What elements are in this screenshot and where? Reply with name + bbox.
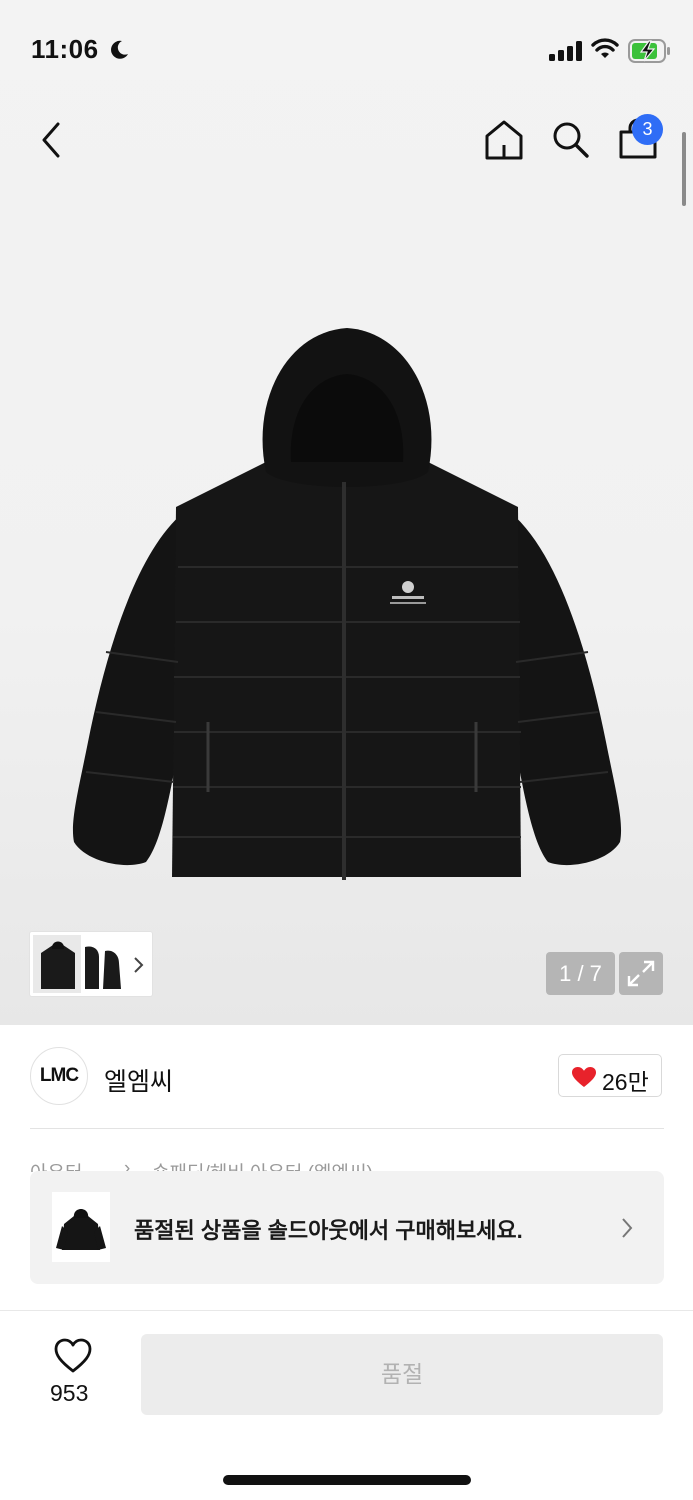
product-main-image bbox=[72, 328, 622, 880]
brand-like-button[interactable]: 26만 bbox=[558, 1054, 662, 1097]
thumbnail-strip[interactable] bbox=[30, 932, 152, 996]
wifi-icon bbox=[591, 38, 619, 58]
image-counter: 1 / 7 bbox=[546, 952, 615, 995]
brand-name[interactable]: 엘엠씨 bbox=[104, 1062, 173, 1098]
status-time: 11:06 bbox=[31, 34, 99, 64]
chevron-right-icon bbox=[134, 957, 144, 973]
breadcrumb: 아우터 › 숏패딩/헤비 아우터 (엘엠씨) bbox=[30, 1158, 664, 1172]
banner-thumbnail bbox=[52, 1192, 110, 1262]
heart-outline-icon[interactable] bbox=[53, 1338, 93, 1374]
wish-count: 953 bbox=[50, 1380, 89, 1406]
bottom-bar-divider bbox=[0, 1310, 693, 1311]
brand-logo[interactable]: LMC bbox=[30, 1047, 88, 1105]
battery-charging-icon bbox=[628, 39, 670, 63]
scrollbar[interactable] bbox=[682, 132, 686, 206]
home-indicator[interactable] bbox=[223, 1475, 471, 1485]
product-image-area[interactable]: 11:06 3 1 / 7 bbox=[0, 0, 693, 1025]
soldout-banner-message: 품절된 상품을 솔드아웃에서 구매해보세요. bbox=[134, 1218, 523, 1243]
search-icon[interactable] bbox=[551, 120, 591, 160]
back-arrow-icon[interactable] bbox=[38, 120, 64, 160]
moon-icon bbox=[111, 40, 128, 59]
thumbnail-images bbox=[33, 935, 121, 993]
heart-filled-icon bbox=[572, 1067, 596, 1087]
expand-icon bbox=[627, 960, 655, 987]
chevron-right-icon bbox=[622, 1218, 633, 1238]
brand-like-count: 26만 bbox=[602, 1069, 649, 1095]
breadcrumb-separator: › bbox=[124, 1158, 131, 1172]
soldout-button[interactable]: 품절 bbox=[141, 1334, 663, 1415]
expand-button[interactable] bbox=[619, 952, 663, 995]
divider bbox=[30, 1128, 664, 1129]
cart-count-badge[interactable]: 3 bbox=[632, 114, 663, 145]
home-icon[interactable] bbox=[484, 119, 524, 161]
breadcrumb-item[interactable]: 아우터 bbox=[30, 1158, 82, 1172]
signal-icon bbox=[549, 41, 582, 61]
breadcrumb-item[interactable]: 숏패딩/헤비 아우터 (엘엠씨) bbox=[152, 1158, 373, 1172]
jacket-thumbnail-image bbox=[56, 1209, 106, 1250]
